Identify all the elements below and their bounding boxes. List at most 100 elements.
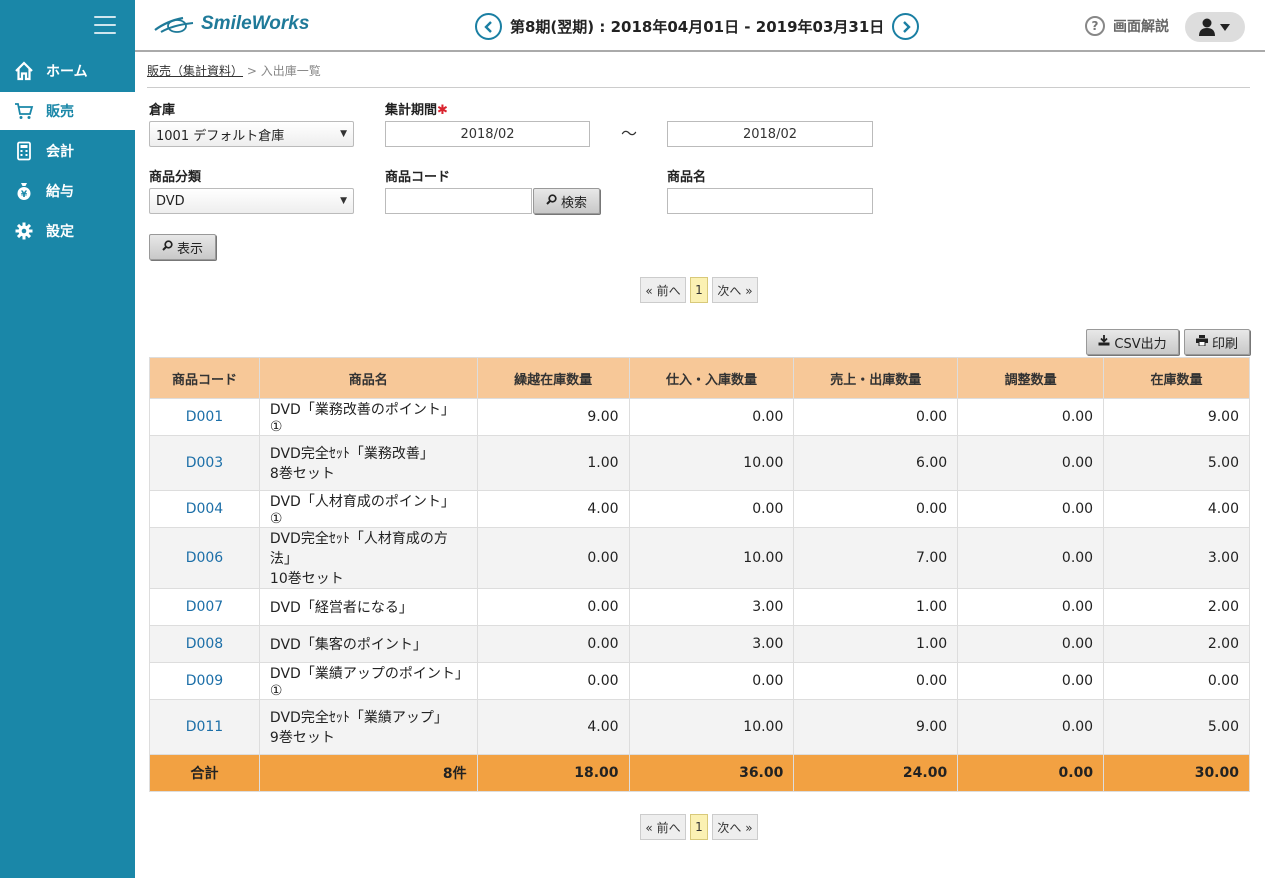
sidebar-nav: ホーム 販売 会計 ¥ 給与 設定 (0, 52, 135, 252)
stock-qty: 2.00 (1103, 625, 1250, 663)
next-page-button[interactable]: 次へ » (712, 277, 758, 303)
sidebar-item-label: 給与 (46, 184, 74, 200)
show-button[interactable]: 表示 (149, 234, 216, 260)
column-header-adjustment[interactable]: 調整数量 (957, 357, 1105, 399)
current-page[interactable]: 1 (690, 814, 708, 840)
product-name-line1: DVD「業務改善のポイント」① (269, 402, 455, 435)
caret-down-icon: ▼ (340, 129, 347, 139)
product-name-cell: DVD「経営者になる」 (258, 588, 478, 626)
product-name-cell: DVD完全ｾｯﾄ「人材育成の方法」 10巻セット (258, 527, 478, 589)
prev-period-button[interactable] (475, 13, 502, 40)
stock-qty: 9.00 (1103, 398, 1250, 436)
product-code-link[interactable]: D011 (149, 699, 260, 755)
sidebar-item-payroll[interactable]: ¥ 給与 (0, 172, 135, 210)
question-icon: ? (1085, 16, 1105, 36)
breadcrumb-parent-link[interactable]: 販売（集計資料） (147, 64, 243, 78)
product-name-line1: DVD「人材育成のポイント」① (269, 494, 455, 527)
product-name-cell: DVD完全ｾｯﾄ「業務改善」 8巻セット (258, 435, 478, 491)
sidebar-item-sales[interactable]: 販売 (0, 92, 135, 130)
help-link[interactable]: ? 画面解説 (1085, 16, 1169, 36)
column-header-outbound[interactable]: 売上・出庫数量 (793, 357, 959, 399)
caret-down-icon: ▼ (340, 196, 347, 206)
sidebar-item-label: 設定 (46, 224, 74, 240)
table-row: D008 DVD「集客のポイント」 0.00 3.00 1.00 0.00 2.00 (149, 625, 1250, 663)
csv-export-label: CSV出力 (1114, 336, 1167, 352)
product-name-line2: 10巻セット (269, 571, 344, 587)
sidebar-item-settings[interactable]: 設定 (0, 212, 135, 250)
total-stock: 30.00 (1103, 754, 1250, 792)
search-icon (546, 194, 557, 208)
category-value: DVD (156, 193, 185, 209)
product-name-line2: 9巻セット (269, 730, 335, 746)
stock-qty: 3.00 (1103, 527, 1250, 589)
product-code-link[interactable]: D009 (149, 662, 260, 700)
product-code-input[interactable] (385, 188, 532, 214)
category-select[interactable]: DVD ▼ (149, 188, 354, 214)
product-name-line1: DVD「集客のポイント」 (269, 637, 427, 653)
warehouse-value: 1001 デフォルト倉庫 (156, 128, 285, 144)
prev-page-button[interactable]: « 前へ (640, 277, 686, 303)
adjustment-qty: 0.00 (957, 699, 1105, 755)
user-menu-button[interactable] (1185, 12, 1245, 42)
printer-icon (1195, 335, 1208, 349)
table-row: D006 DVD完全ｾｯﾄ「人材育成の方法」 10巻セット 0.00 10.00 7.00… (149, 527, 1250, 589)
money-bag-icon: ¥ (14, 181, 34, 201)
carryover-qty: 0.00 (476, 662, 630, 700)
menu-icon[interactable] (94, 16, 116, 34)
product-code-link[interactable]: D007 (149, 588, 260, 626)
print-button[interactable]: 印刷 (1184, 329, 1250, 355)
sidebar-item-label: 会計 (46, 144, 74, 160)
cart-icon (14, 101, 34, 121)
total-carryover: 18.00 (476, 754, 630, 792)
product-name-cell: DVD「業務改善のポイント」① (258, 398, 478, 436)
sidebar-item-label: ホーム (46, 64, 88, 80)
sidebar-item-accounting[interactable]: 会計 (0, 132, 135, 170)
outbound-qty: 1.00 (793, 588, 959, 626)
carryover-qty: 1.00 (476, 435, 630, 491)
user-icon (1199, 18, 1230, 36)
product-name-cell: DVD「業績アップのポイント」① (258, 662, 478, 700)
code-label: 商品コード (385, 170, 451, 185)
fiscal-period-switcher: 第8期(翌期) : 2018年04月01日 - 2019年03月31日 (475, 13, 920, 40)
csv-export-button[interactable]: CSV出力 (1086, 329, 1179, 355)
column-header-code[interactable]: 商品コード (149, 357, 260, 399)
current-page[interactable]: 1 (690, 277, 708, 303)
carryover-qty: 9.00 (476, 398, 630, 436)
product-name-line1: DVD「経営者になる」 (269, 600, 413, 616)
inbound-qty: 10.00 (628, 699, 795, 755)
carryover-qty: 0.00 (476, 588, 630, 626)
outbound-qty: 6.00 (793, 435, 959, 491)
inbound-qty: 3.00 (628, 625, 795, 663)
period-from-input[interactable]: 2018/02 (385, 121, 590, 147)
search-button[interactable]: 検索 (533, 188, 600, 214)
column-header-stock[interactable]: 在庫数量 (1103, 357, 1250, 399)
chevron-left-icon (483, 20, 492, 33)
product-code-link[interactable]: D004 (149, 490, 260, 528)
column-header-inbound[interactable]: 仕入・入庫数量 (628, 357, 795, 399)
product-code-link[interactable]: D008 (149, 625, 260, 663)
column-header-carryover[interactable]: 繰越在庫数量 (476, 357, 630, 399)
period-to-input[interactable]: 2018/02 (667, 121, 873, 147)
product-name-cell: DVD「人材育成のポイント」① (258, 490, 478, 528)
prev-page-button[interactable]: « 前へ (640, 814, 686, 840)
product-code-link[interactable]: D001 (149, 398, 260, 436)
sidebar-item-home[interactable]: ホーム (0, 52, 135, 90)
app-logo[interactable]: SmileWorks (153, 13, 309, 35)
print-label: 印刷 (1211, 336, 1238, 352)
gear-icon (14, 221, 34, 241)
inbound-qty: 0.00 (628, 662, 795, 700)
outbound-qty: 0.00 (793, 398, 959, 436)
help-label: 画面解説 (1113, 19, 1169, 35)
next-page-button[interactable]: 次へ » (712, 814, 758, 840)
next-period-button[interactable] (892, 13, 920, 40)
product-code-link[interactable]: D003 (149, 435, 260, 491)
product-code-link[interactable]: D006 (149, 527, 260, 589)
warehouse-select[interactable]: 1001 デフォルト倉庫 ▼ (149, 121, 354, 147)
table-header-row: 商品コード 商品名 繰越在庫数量 仕入・入庫数量 売上・出庫数量 調整数量 在庫… (149, 357, 1250, 399)
svg-text:¥: ¥ (21, 190, 28, 200)
column-header-name[interactable]: 商品名 (258, 357, 478, 399)
adjustment-qty: 0.00 (957, 527, 1105, 589)
adjustment-qty: 0.00 (957, 662, 1105, 700)
product-name-input[interactable] (667, 188, 873, 214)
product-name-line1: DVD完全ｾｯﾄ「人材育成の方法」 (269, 531, 448, 567)
